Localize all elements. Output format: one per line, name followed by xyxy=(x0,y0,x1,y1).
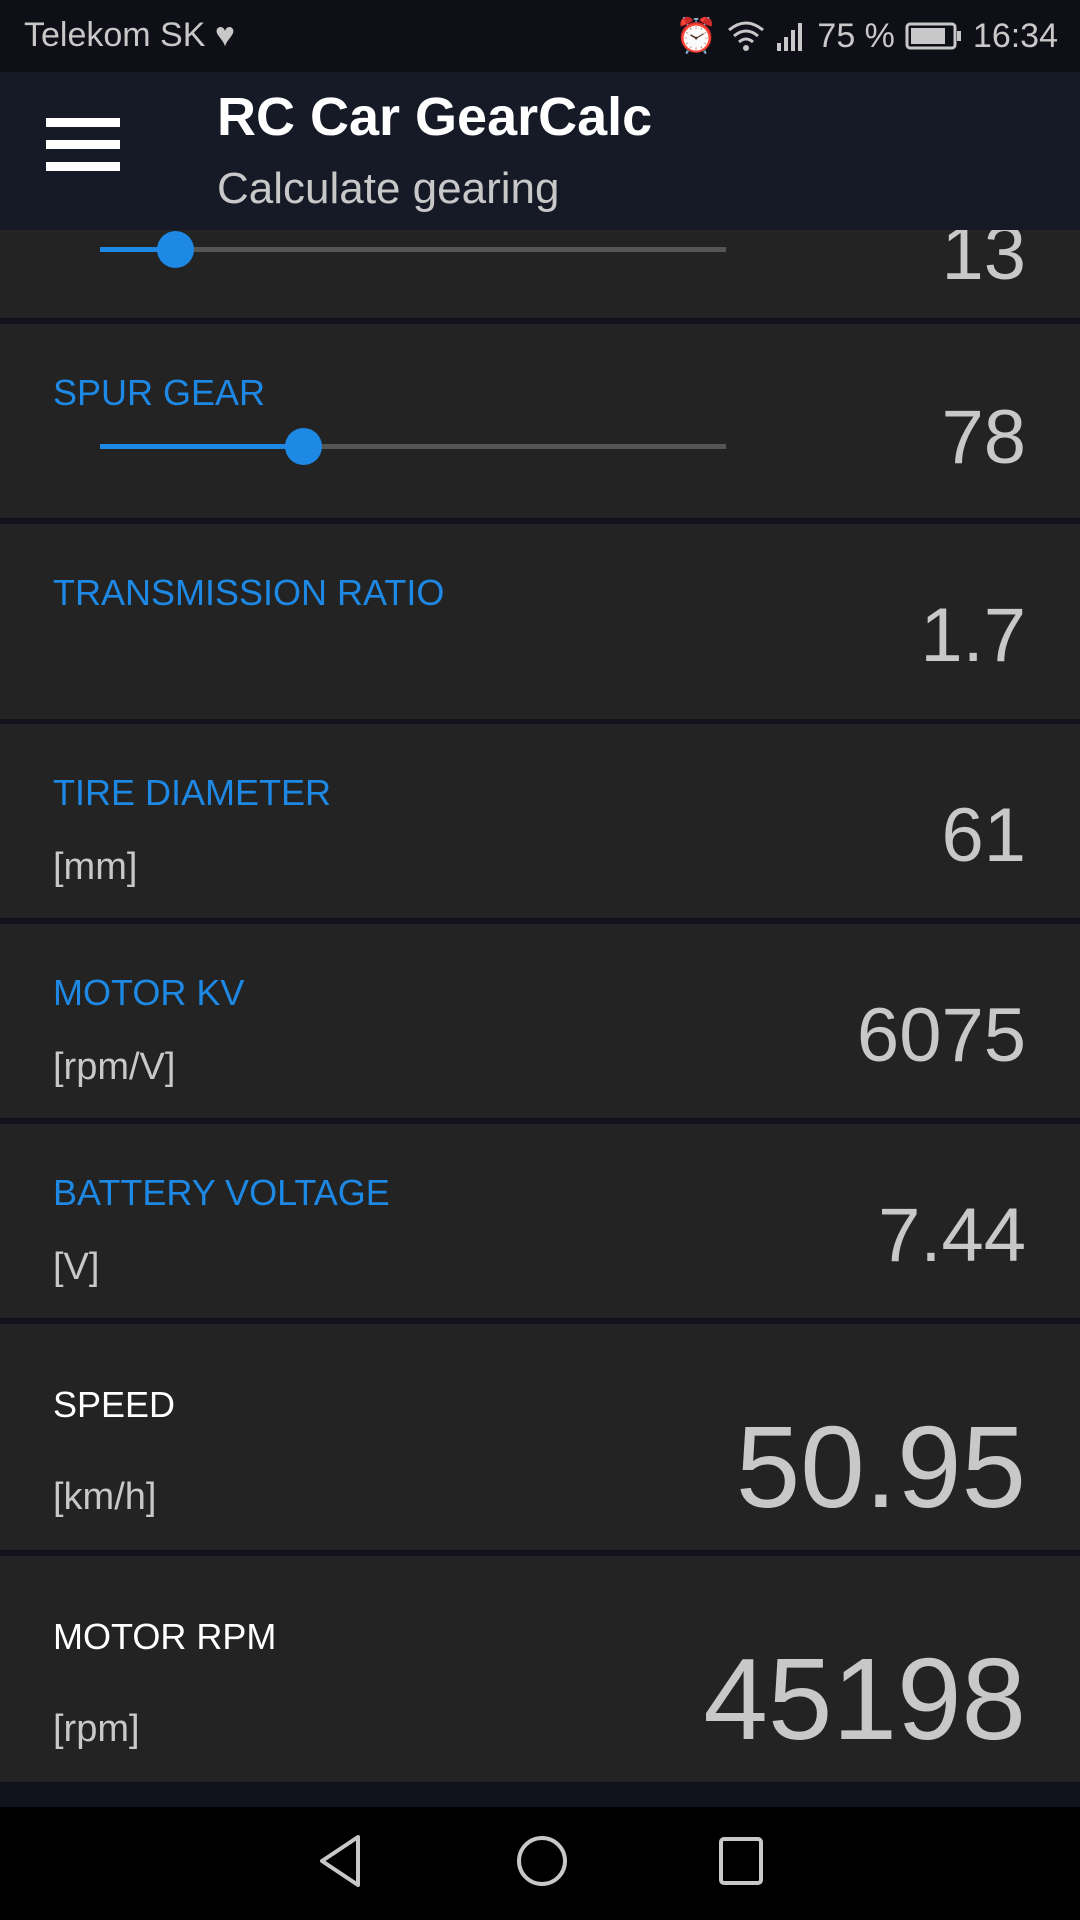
speed-unit: [km/h] xyxy=(53,1476,157,1518)
signal-icon xyxy=(777,23,803,51)
back-icon[interactable] xyxy=(316,1833,366,1894)
tire-label: TIRE DIAMETER xyxy=(53,772,332,813)
carrier: Telekom SK xyxy=(24,16,206,54)
tire-card[interactable]: TIRE DIAMETER [mm] 61 xyxy=(0,724,1080,918)
hamburger-menu-icon[interactable] xyxy=(46,118,120,172)
motor-kv-label: MOTOR KV xyxy=(53,972,245,1013)
transmission-card: TRANSMISSION RATIO 1.7 xyxy=(0,524,1080,719)
tire-value[interactable]: 61 xyxy=(941,792,1026,879)
motor-kv-unit: [rpm/V] xyxy=(53,1046,176,1088)
alarm-icon: ⏰ xyxy=(675,17,718,55)
battery-voltage-unit: [V] xyxy=(53,1246,100,1288)
slider-thumb[interactable] xyxy=(157,231,195,268)
clock: 16:34 xyxy=(972,16,1058,55)
speed-card: SPEED [km/h] 50.95 xyxy=(0,1324,1080,1550)
wifi-icon xyxy=(728,21,765,51)
transmission-value: 1.7 xyxy=(920,593,1026,678)
battery-voltage-value[interactable]: 7.44 xyxy=(878,1192,1026,1279)
slider-thumb[interactable] xyxy=(285,428,323,465)
app-bar: RC Car GearCalc Calculate gearing xyxy=(0,72,1080,230)
motor-rpm-unit: [rpm] xyxy=(53,1708,140,1750)
spur-gear-label: SPUR GEAR xyxy=(53,372,266,413)
app-subtitle: Calculate gearing xyxy=(217,164,560,213)
spur-gear-card: SPUR GEAR 78 xyxy=(0,324,1080,518)
motor-rpm-card: MOTOR RPM [rpm] 45198 xyxy=(0,1556,1080,1782)
motor-kv-card[interactable]: MOTOR KV [rpm/V] 6075 xyxy=(0,924,1080,1118)
pinion-slider[interactable] xyxy=(100,231,726,268)
motor-rpm-label: MOTOR RPM xyxy=(53,1616,277,1657)
home-icon[interactable] xyxy=(516,1835,568,1892)
navigation-bar xyxy=(0,1807,1080,1920)
tire-unit: [mm] xyxy=(53,846,138,888)
speed-value: 50.95 xyxy=(735,1402,1026,1532)
battery-voltage-label: BATTERY VOLTAGE xyxy=(53,1172,390,1213)
transmission-label: TRANSMISSION RATIO xyxy=(53,572,445,613)
speed-label: SPEED xyxy=(53,1384,176,1425)
battery-voltage-card[interactable]: BATTERY VOLTAGE [V] 7.44 xyxy=(0,1124,1080,1318)
motor-kv-value[interactable]: 6075 xyxy=(857,992,1026,1079)
recents-icon[interactable] xyxy=(718,1836,764,1891)
spur-gear-value: 78 xyxy=(941,395,1026,480)
app-title: RC Car GearCalc xyxy=(217,87,653,147)
motor-rpm-value: 45198 xyxy=(703,1634,1026,1764)
battery-icon xyxy=(905,22,961,50)
status-bar: Telekom SK ♥ ⏰ 75 % 16:34 xyxy=(0,0,1080,72)
spur-gear-slider[interactable] xyxy=(100,428,726,465)
battery-percent: 75 % xyxy=(817,16,895,55)
heart-rate-icon: ♥ xyxy=(214,16,236,54)
